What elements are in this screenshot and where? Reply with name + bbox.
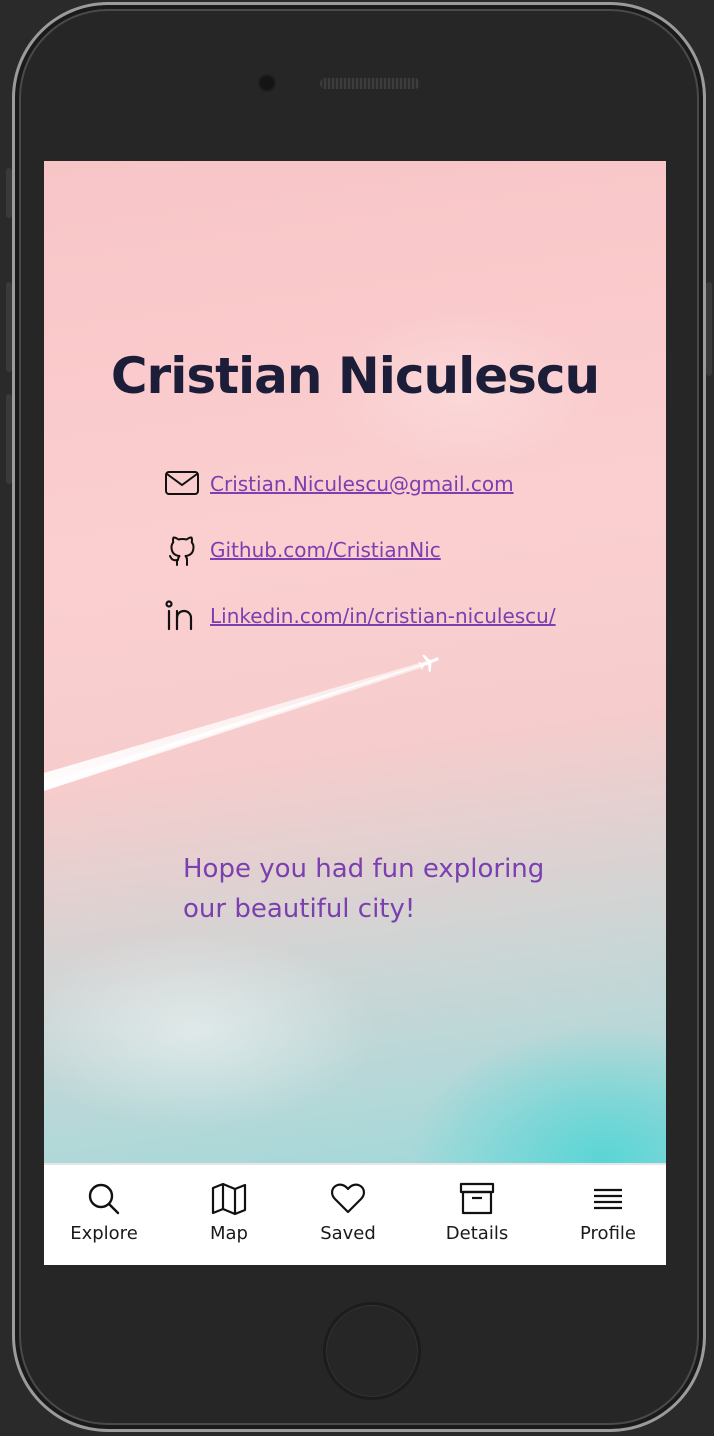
map-icon	[174, 1181, 284, 1217]
github-icon	[164, 532, 200, 568]
contact-list: Cristian.Niculescu@gmail.com Github.com/…	[164, 466, 556, 664]
earpiece-speaker	[320, 78, 420, 89]
menu-icon	[553, 1181, 663, 1217]
bottom-tab-bar: Explore Map Saved Details Profile	[44, 1163, 666, 1265]
tab-details-label: Details	[445, 1223, 509, 1244]
mail-icon	[164, 466, 200, 502]
heart-icon	[293, 1181, 403, 1217]
linkedin-icon	[164, 598, 200, 634]
volume-down-button	[6, 394, 12, 484]
farewell-message-line1: Hope you had fun exploring	[183, 854, 545, 884]
contact-linkedin-row: Linkedin.com/in/cristian-niculescu/	[164, 598, 556, 634]
tab-explore-label: Explore	[70, 1223, 138, 1244]
tab-saved-label: Saved	[320, 1223, 376, 1244]
farewell-message: Hope you had fun exploring our beautiful…	[183, 849, 583, 929]
front-camera	[260, 76, 274, 90]
search-icon	[49, 1181, 159, 1217]
home-button[interactable]	[323, 1302, 421, 1400]
volume-up-button	[6, 282, 12, 372]
email-link[interactable]: Cristian.Niculescu@gmail.com	[210, 472, 514, 496]
contact-email-row: Cristian.Niculescu@gmail.com	[164, 466, 556, 502]
tab-profile-label: Profile	[580, 1223, 636, 1244]
github-link[interactable]: Github.com/CristianNic	[210, 538, 441, 562]
tab-map[interactable]: Map	[174, 1181, 284, 1244]
app-screen: Cristian Niculescu Cristian.Niculescu@gm…	[44, 161, 666, 1265]
tab-profile[interactable]: Profile	[553, 1181, 663, 1244]
contact-github-row: Github.com/CristianNic	[164, 532, 556, 568]
tab-details[interactable]: Details	[422, 1181, 532, 1244]
farewell-message-line2: our beautiful city!	[183, 894, 416, 924]
power-button	[706, 282, 712, 376]
tab-saved[interactable]: Saved	[293, 1181, 403, 1244]
archive-icon	[422, 1181, 532, 1217]
tab-explore[interactable]: Explore	[49, 1181, 159, 1244]
profile-name-title: Cristian Niculescu	[110, 347, 600, 405]
linkedin-link[interactable]: Linkedin.com/in/cristian-niculescu/	[210, 604, 556, 628]
silent-switch	[6, 168, 12, 218]
tab-map-label: Map	[210, 1223, 248, 1244]
